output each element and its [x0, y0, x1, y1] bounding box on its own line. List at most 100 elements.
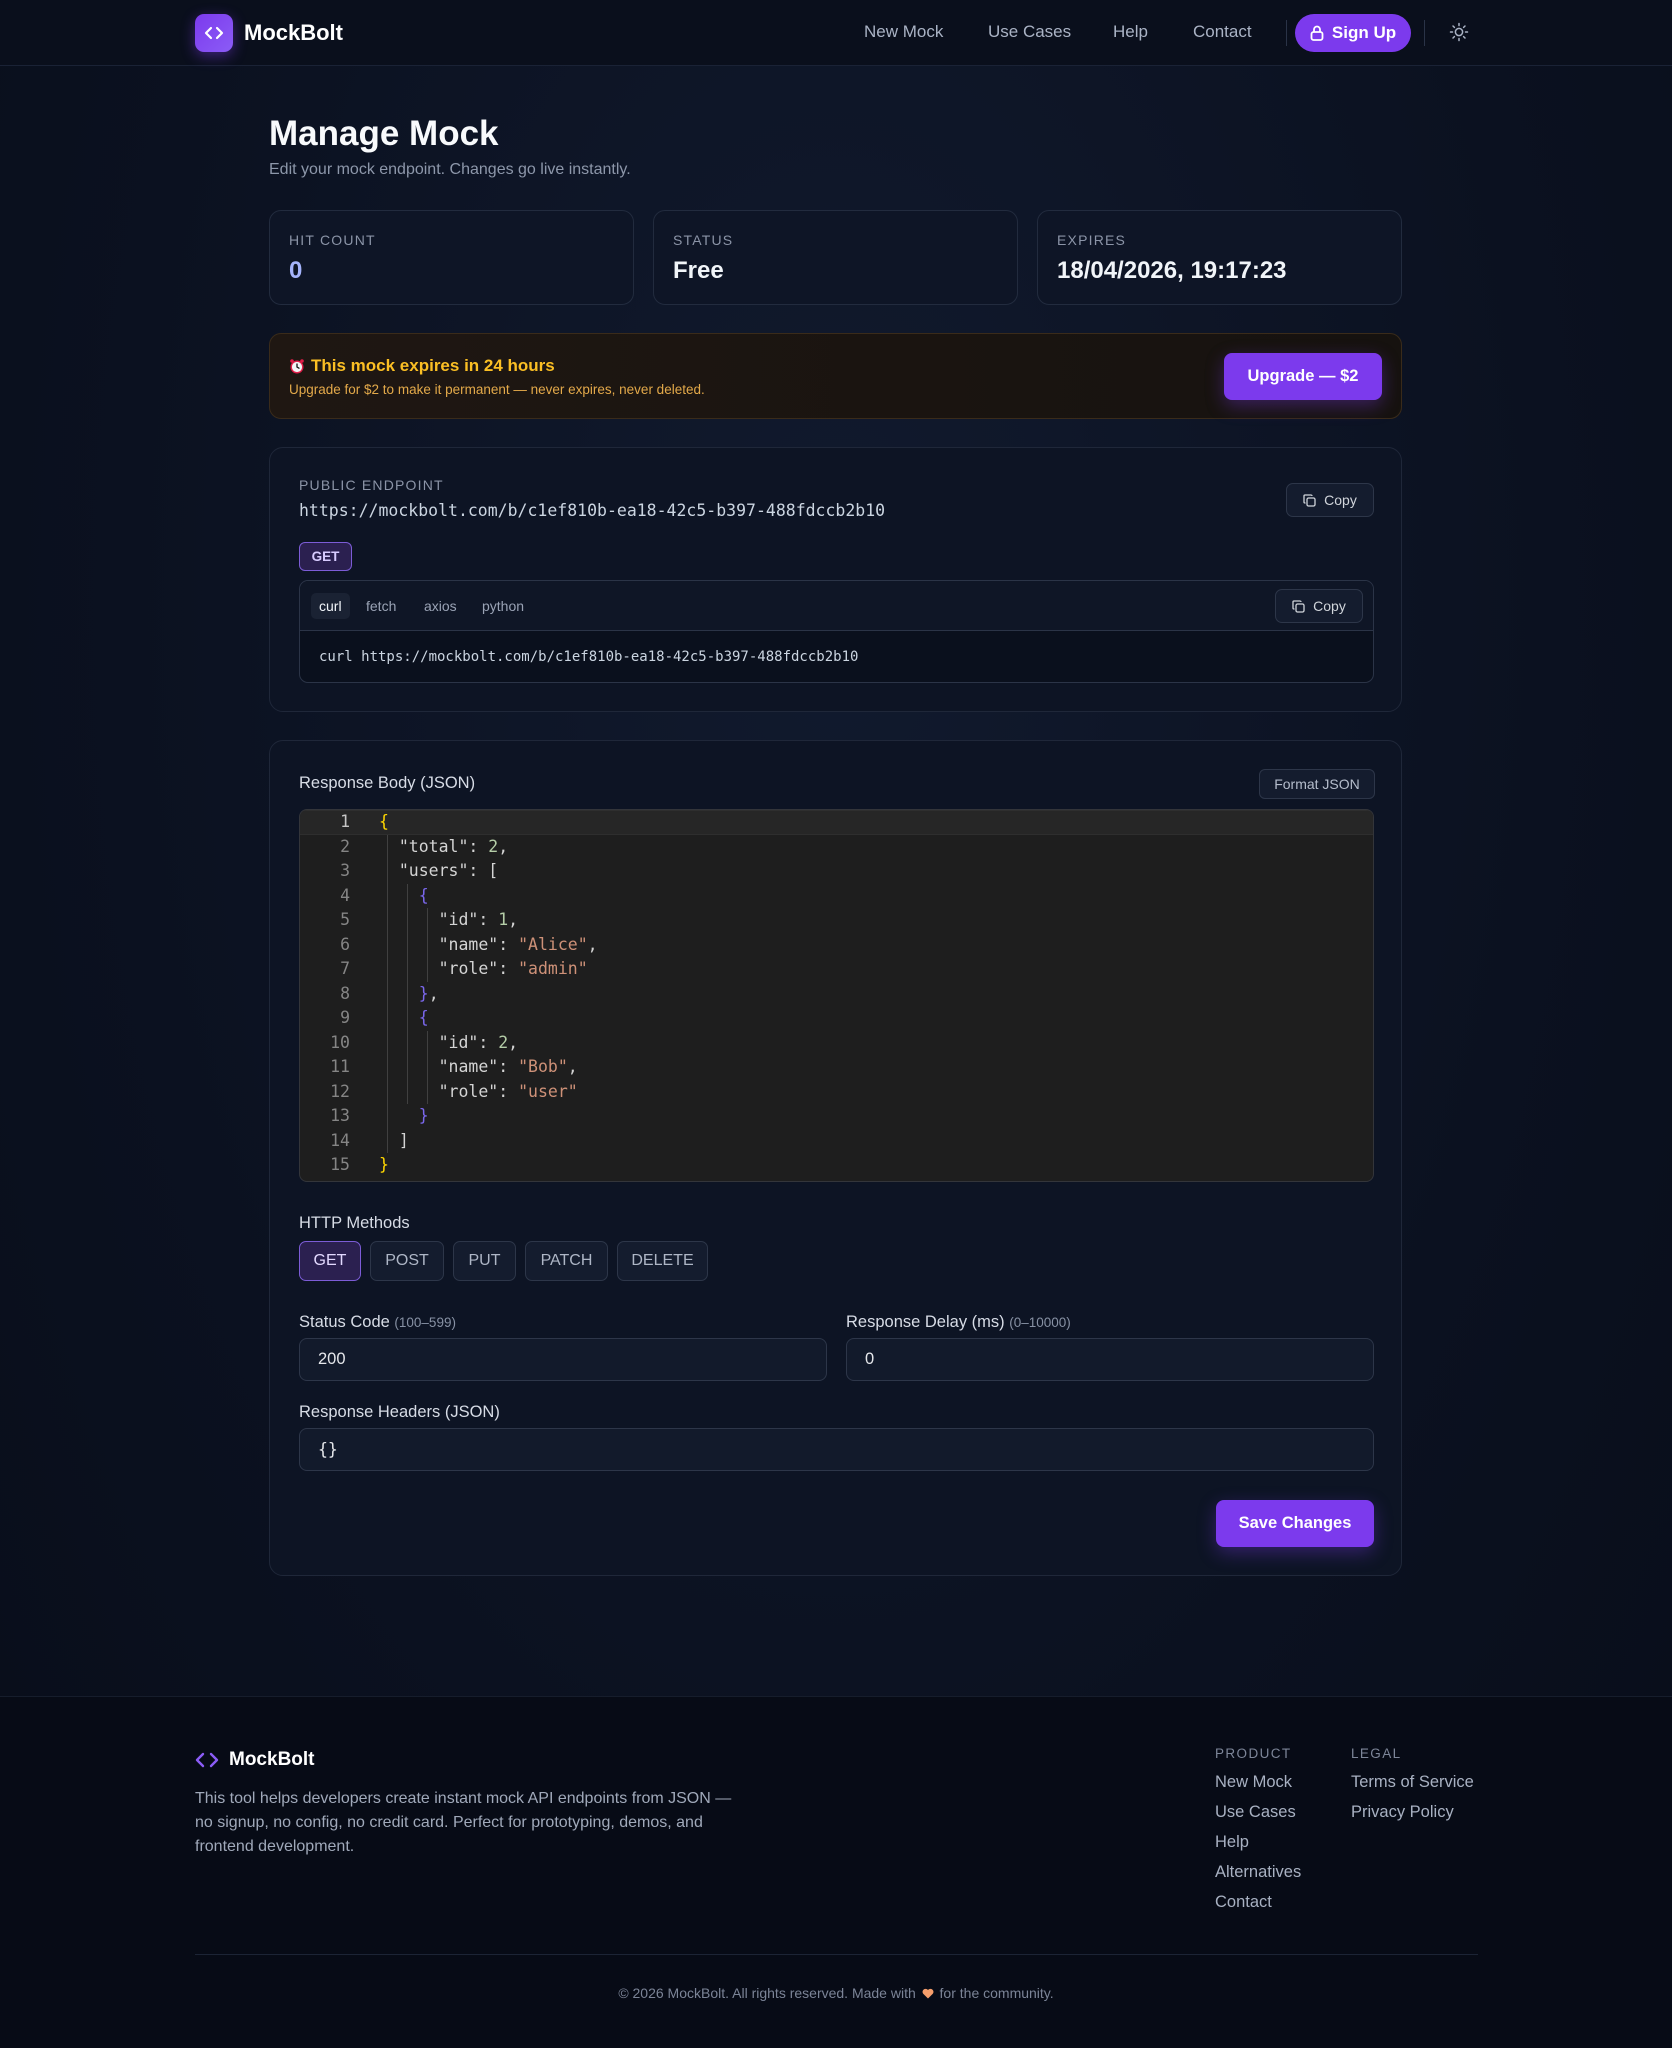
- endpoint-url[interactable]: https://mockbolt.com/b/c1ef810b-ea18-42c…: [299, 501, 885, 520]
- footer-divider: [195, 1954, 1478, 1955]
- footer-legal-heading: LEGAL: [1351, 1746, 1402, 1761]
- response-delay-label-text: Response Delay (ms): [846, 1313, 1005, 1331]
- alarm-clock-icon: [290, 359, 304, 374]
- expiry-banner-title-text: This mock expires in 24 hours: [311, 356, 555, 375]
- tab-axios[interactable]: axios: [416, 593, 465, 619]
- code-line: 14 ]: [300, 1129, 1373, 1154]
- nav-divider: [1424, 20, 1425, 46]
- response-headers-input[interactable]: {}: [299, 1428, 1374, 1471]
- response-delay-label: Response Delay (ms) (0–10000): [846, 1313, 1071, 1332]
- copy-icon: [1303, 493, 1316, 507]
- tab-python[interactable]: python: [474, 593, 532, 619]
- brand-name[interactable]: MockBolt: [244, 20, 343, 46]
- line-number: 14: [330, 1130, 350, 1150]
- heart-icon: [922, 1988, 934, 1999]
- nav-link-use-cases[interactable]: Use Cases: [988, 22, 1071, 42]
- method-put-button[interactable]: PUT: [453, 1241, 516, 1281]
- footer-link-terms[interactable]: Terms of Service: [1351, 1773, 1474, 1792]
- code-line: 13 }: [300, 1104, 1373, 1129]
- copy-snippet-button[interactable]: Copy: [1275, 589, 1363, 623]
- stat-label: STATUS: [673, 232, 734, 248]
- tab-fetch[interactable]: fetch: [358, 593, 404, 619]
- code-line: 1{: [300, 810, 1373, 835]
- nav-link-help[interactable]: Help: [1113, 22, 1148, 42]
- code-line: 11 "name": "Bob",: [300, 1055, 1373, 1080]
- upgrade-button[interactable]: Upgrade — $2: [1224, 353, 1382, 400]
- nav-divider: [1286, 20, 1287, 46]
- expiry-banner-title: This mock expires in 24 hours: [289, 356, 555, 376]
- snippet-tabs: curl fetch axios python Copy: [300, 581, 1373, 631]
- line-number: 1: [340, 812, 350, 831]
- footer: MockBolt This tool helps developers crea…: [0, 1696, 1672, 2048]
- sign-up-button[interactable]: Sign Up: [1295, 14, 1411, 52]
- lock-icon: [1310, 25, 1324, 41]
- footer-link-privacy[interactable]: Privacy Policy: [1351, 1803, 1454, 1822]
- method-post-button[interactable]: POST: [370, 1241, 444, 1281]
- status-code-input[interactable]: 200: [299, 1338, 827, 1381]
- code-line: 7 "role": "admin": [300, 957, 1373, 982]
- method-get-button[interactable]: GET: [299, 1241, 361, 1281]
- response-delay-input[interactable]: 0: [846, 1338, 1374, 1381]
- response-headers-label: Response Headers (JSON): [299, 1403, 500, 1421]
- line-number: 8: [340, 983, 350, 1003]
- save-changes-button[interactable]: Save Changes: [1216, 1500, 1374, 1547]
- footer-product-heading: PRODUCT: [1215, 1746, 1292, 1761]
- page-title: Manage Mock: [269, 114, 499, 153]
- footer-link-alternatives[interactable]: Alternatives: [1215, 1863, 1301, 1882]
- nav-link-new-mock[interactable]: New Mock: [864, 22, 943, 42]
- response-body-label: Response Body (JSON): [299, 774, 476, 792]
- line-number: 6: [340, 934, 350, 954]
- stat-card-status: STATUS Free: [653, 210, 1018, 305]
- stat-value: 18/04/2026, 19:17:23: [1057, 257, 1287, 284]
- top-nav: MockBolt New Mock Use Cases Help Contact…: [0, 0, 1672, 66]
- nav-link-contact[interactable]: Contact: [1193, 22, 1252, 42]
- line-number: 9: [340, 1008, 350, 1027]
- code-line: 9 {: [300, 1006, 1373, 1031]
- copy-label: Copy: [1313, 598, 1346, 614]
- logo-mark[interactable]: [195, 14, 233, 52]
- footer-link-help[interactable]: Help: [1215, 1833, 1249, 1852]
- copy-url-button[interactable]: Copy: [1286, 483, 1374, 517]
- sign-up-label: Sign Up: [1331, 23, 1397, 42]
- code-line: 5 "id": 1,: [300, 908, 1373, 933]
- line-number: 7: [340, 959, 350, 978]
- footer-link-use-cases[interactable]: Use Cases: [1215, 1803, 1296, 1822]
- line-number: 2: [340, 836, 350, 856]
- status-code-label: Status Code (100–599): [299, 1313, 456, 1332]
- http-methods-label: HTTP Methods: [299, 1214, 410, 1232]
- theme-toggle-sun-icon[interactable]: [1449, 22, 1469, 42]
- expiry-banner-subtitle: Upgrade for $2 to make it permanent — ne…: [289, 382, 705, 397]
- line-number: 13: [330, 1106, 350, 1125]
- code-line: 6 "name": "Alice",: [300, 933, 1373, 958]
- line-number: 12: [330, 1081, 350, 1101]
- code-brackets-icon: [204, 26, 224, 40]
- stat-value: Free: [673, 257, 724, 284]
- page-subtitle: Edit your mock endpoint. Changes go live…: [269, 161, 631, 178]
- footer-description: This tool helps developers create instan…: [195, 1790, 732, 1855]
- format-json-button[interactable]: Format JSON: [1259, 769, 1375, 799]
- stat-value: 0: [289, 257, 303, 284]
- method-patch-button[interactable]: PATCH: [525, 1241, 608, 1281]
- line-number: 11: [330, 1057, 350, 1076]
- line-number: 4: [340, 885, 350, 905]
- method-badge: GET: [299, 542, 352, 571]
- copy-label: Copy: [1324, 492, 1357, 508]
- footer-link-new-mock[interactable]: New Mock: [1215, 1773, 1292, 1792]
- status-code-hint: (100–599): [394, 1315, 456, 1330]
- copyright-text-end: for the community.: [939, 1985, 1054, 2001]
- footer-link-contact[interactable]: Contact: [1215, 1893, 1272, 1912]
- code-line: 12 "role": "user": [300, 1080, 1373, 1105]
- code-line: 8 },: [300, 982, 1373, 1007]
- response-delay-hint: (0–10000): [1009, 1315, 1071, 1330]
- line-number: 3: [340, 861, 350, 880]
- code-snippet-box: curl fetch axios python Copy curl https:…: [299, 580, 1374, 683]
- tab-curl[interactable]: curl: [311, 593, 350, 619]
- method-delete-button[interactable]: DELETE: [617, 1241, 708, 1281]
- code-line: 4 {: [300, 884, 1373, 909]
- stat-card-expires: EXPIRES 18/04/2026, 19:17:23: [1037, 210, 1402, 305]
- stat-label: HIT COUNT: [289, 232, 376, 248]
- footer-brand[interactable]: MockBolt: [195, 1749, 315, 1771]
- line-number: 5: [340, 910, 350, 929]
- json-editor[interactable]: 1{ 2 "total": 2, 3 "users": [ 4 { 5 "id"…: [299, 809, 1374, 1182]
- endpoint-panel: PUBLIC ENDPOINT https://mockbolt.com/b/c…: [269, 447, 1402, 712]
